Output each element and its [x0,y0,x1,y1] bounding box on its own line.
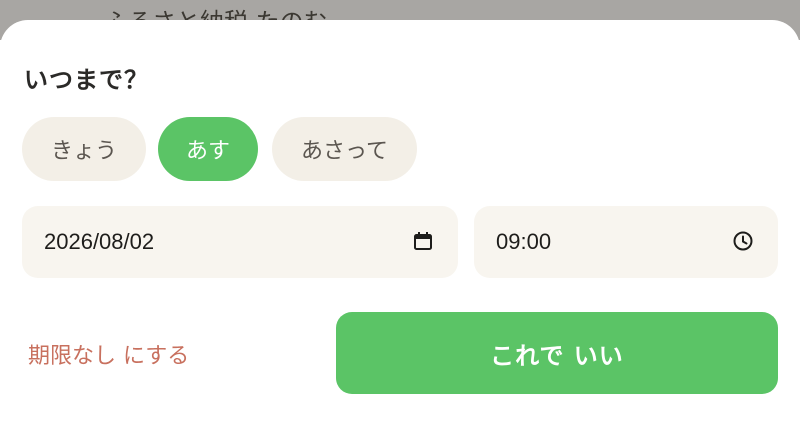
calendar-icon[interactable] [412,230,434,252]
chip-day-after-tomorrow[interactable]: あさって [272,117,417,181]
time-input[interactable]: 09:00 [474,206,778,278]
chip-today[interactable]: きょう [22,117,146,181]
chip-tomorrow[interactable]: あす [158,117,258,181]
no-deadline-link[interactable]: 期限なし にする [28,338,189,370]
deadline-bottom-sheet: いつまで？ きょう あす あさって 2026/08/02 09:00 期限なし … [0,20,800,428]
confirm-button[interactable]: これで いい [336,312,778,394]
clock-icon[interactable] [732,230,754,252]
date-value: 2026/08/02 [44,229,155,254]
sheet-title: いつまで？ [24,66,149,94]
time-value: 09:00 [496,229,552,254]
date-input[interactable]: 2026/08/02 [22,206,458,278]
